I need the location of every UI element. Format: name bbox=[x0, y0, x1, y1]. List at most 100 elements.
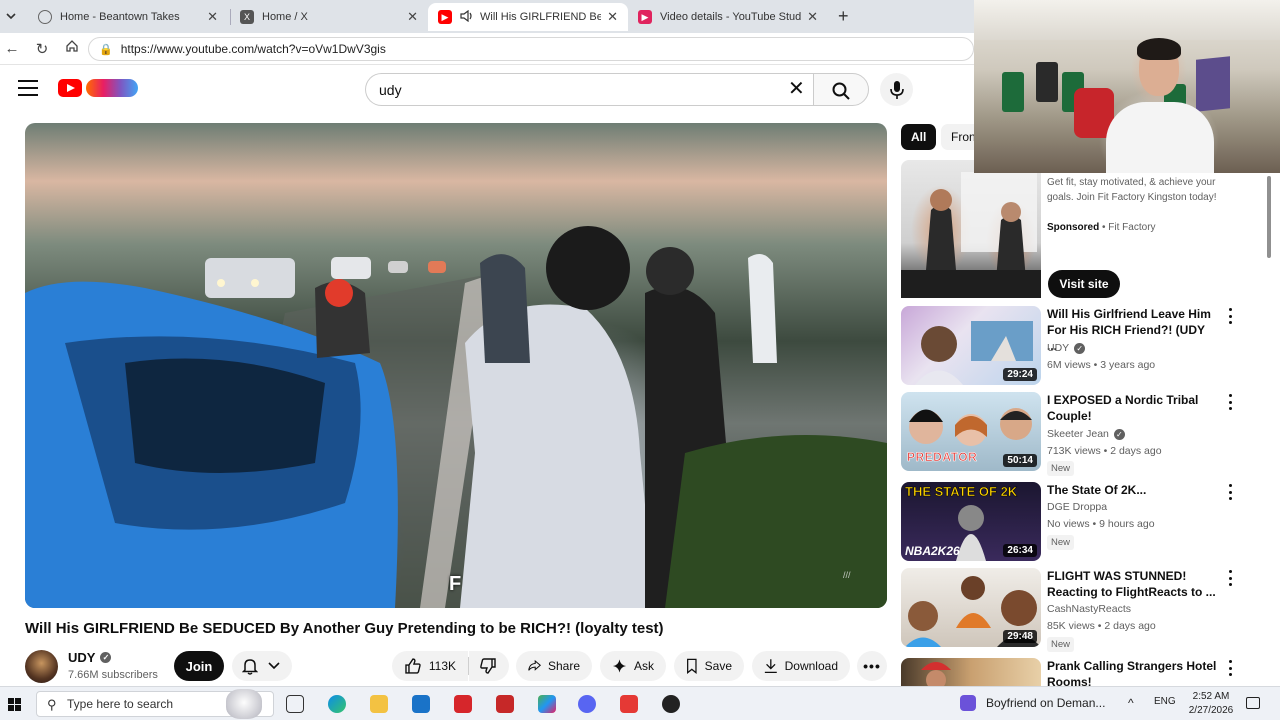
browser-tab-youtube-video[interactable]: ▶ Will His GIRLFRIEND Be SEDUC ✕ bbox=[428, 3, 628, 31]
jersey-decoration bbox=[1002, 72, 1024, 112]
new-tab-plus-icon[interactable]: + bbox=[838, 6, 849, 27]
rec-more-icon[interactable] bbox=[1227, 394, 1233, 410]
browser-tab-beantown[interactable]: Home - Beantown Takes ✕ bbox=[28, 3, 228, 31]
share-arrow-icon bbox=[528, 659, 541, 671]
microsoft-store-icon[interactable] bbox=[412, 695, 430, 713]
app-ball-icon[interactable] bbox=[662, 695, 680, 713]
share-label: Share bbox=[547, 659, 580, 673]
rec-channel-name: DGE Droppa bbox=[1047, 501, 1108, 513]
rec-thumbnail[interactable] bbox=[901, 658, 1041, 686]
rec-thumbnail[interactable]: 29:24 bbox=[901, 306, 1041, 385]
discord-icon[interactable] bbox=[578, 695, 596, 713]
new-badge: New bbox=[1047, 637, 1075, 652]
close-icon[interactable]: ✕ bbox=[407, 9, 418, 25]
speaker-icon[interactable] bbox=[460, 9, 474, 25]
person-shirt bbox=[1106, 102, 1214, 173]
search-button[interactable] bbox=[813, 73, 869, 106]
rec-title[interactable]: Prank Calling Strangers Hotel Rooms! bbox=[1047, 658, 1217, 686]
ad-thumbnail[interactable] bbox=[901, 160, 1041, 298]
youtube-doodle-logo[interactable] bbox=[86, 79, 138, 97]
url-text: https://www.youtube.com/watch?v=oVw1DwV3… bbox=[120, 42, 386, 56]
rec-meta: 713K views • 2 days ago bbox=[1047, 445, 1162, 457]
thumbs-up-icon bbox=[405, 658, 421, 674]
channel-avatar[interactable] bbox=[25, 650, 58, 683]
home-icon[interactable] bbox=[62, 39, 82, 57]
app-l-icon[interactable] bbox=[454, 695, 472, 713]
search-query: udy bbox=[379, 81, 402, 98]
tab-title: Home / X bbox=[262, 11, 308, 23]
rec-more-icon[interactable] bbox=[1227, 660, 1233, 676]
rec-more-icon[interactable] bbox=[1227, 570, 1233, 586]
browser-tab-youtube-studio[interactable]: ▶ Video details - YouTube Studio ✕ bbox=[628, 3, 828, 31]
search-input[interactable]: udy bbox=[365, 73, 813, 106]
download-button[interactable]: Download bbox=[752, 651, 850, 681]
app-arrow-icon[interactable] bbox=[620, 695, 638, 713]
task-view-icon[interactable] bbox=[286, 695, 304, 713]
site-info-icon[interactable]: 🔒 bbox=[99, 43, 113, 56]
app-vegas-icon[interactable] bbox=[496, 695, 514, 713]
person-hair bbox=[1137, 38, 1181, 60]
visit-site-button[interactable]: Visit site bbox=[1048, 270, 1120, 298]
rec-title[interactable]: The State Of 2K... bbox=[1047, 482, 1217, 498]
tab-title: Will His GIRLFRIEND Be SEDUC bbox=[480, 11, 602, 23]
rec-channel[interactable]: CashNastyReacts bbox=[1047, 603, 1131, 615]
notification-center-icon[interactable] bbox=[1246, 697, 1260, 709]
save-button[interactable]: Save bbox=[674, 651, 744, 681]
dislike-button[interactable] bbox=[469, 651, 509, 681]
channel-name[interactable]: UDY ✓ bbox=[68, 650, 112, 665]
rec-title[interactable]: FLIGHT WAS STUNNED! Reacting to FlightRe… bbox=[1047, 568, 1217, 600]
close-icon[interactable]: ✕ bbox=[807, 9, 818, 25]
clear-search-icon[interactable]: ✕ bbox=[788, 79, 805, 99]
search-highlight-image[interactable] bbox=[226, 689, 262, 719]
like-button[interactable]: 113K bbox=[392, 651, 468, 681]
back-arrow-icon[interactable]: ← bbox=[2, 40, 22, 57]
rec-more-icon[interactable] bbox=[1227, 308, 1233, 324]
verified-check-icon: ✓ bbox=[1074, 342, 1086, 354]
youtube-logo[interactable] bbox=[58, 79, 82, 97]
chip-all[interactable]: All bbox=[901, 124, 937, 150]
notifications-button[interactable] bbox=[232, 651, 292, 681]
file-explorer-icon[interactable] bbox=[370, 695, 388, 713]
more-actions-button[interactable]: ••• bbox=[857, 651, 887, 681]
keyboard-language[interactable]: ENG bbox=[1154, 696, 1176, 707]
clock-date: 2/27/2026 bbox=[1188, 705, 1234, 716]
rec-title[interactable]: I EXPOSED a Nordic Tribal Couple! bbox=[1047, 392, 1217, 424]
rec-channel[interactable]: Skeeter Jean ✓ bbox=[1047, 428, 1125, 440]
address-bar[interactable]: 🔒 https://www.youtube.com/watch?v=oVw1Dw… bbox=[88, 37, 974, 61]
subscriber-count: 7.66M subscribers bbox=[68, 669, 158, 681]
app-colorful-icon[interactable] bbox=[538, 695, 556, 713]
ceiling bbox=[974, 0, 1280, 40]
voice-search-button[interactable] bbox=[880, 73, 913, 106]
bookmark-icon bbox=[687, 658, 697, 674]
share-button[interactable]: Share bbox=[516, 651, 592, 681]
bell-icon bbox=[242, 659, 258, 675]
sidebar-scrollbar-thumb[interactable] bbox=[1267, 176, 1271, 258]
taskbar-clock[interactable]: 2:52 AM 2/27/2026 bbox=[1185, 690, 1237, 718]
video-player[interactable]: /// bbox=[25, 123, 887, 608]
clock-time: 2:52 AM bbox=[1192, 691, 1230, 702]
taskbar-media-widget[interactable]: Boyfriend on Deman... bbox=[960, 695, 1105, 711]
youtube-studio-icon: ▶ bbox=[638, 10, 652, 24]
jersey-decoration bbox=[1036, 62, 1058, 102]
verified-check-icon: ✓ bbox=[1113, 428, 1125, 440]
windows-start-icon[interactable] bbox=[8, 698, 21, 711]
close-icon[interactable]: ✕ bbox=[607, 9, 618, 25]
close-icon[interactable]: ✕ bbox=[207, 9, 218, 25]
hamburger-menu-icon[interactable] bbox=[18, 80, 38, 96]
edge-browser-icon[interactable] bbox=[328, 695, 346, 713]
rec-channel[interactable]: DGE Droppa bbox=[1047, 501, 1107, 513]
search-icon: ⚲ bbox=[47, 697, 57, 712]
ask-button[interactable]: Ask bbox=[600, 651, 666, 681]
tab-title: Home - Beantown Takes bbox=[60, 11, 180, 23]
join-button[interactable]: Join bbox=[174, 651, 224, 681]
rec-thumbnail[interactable]: THE STATE OF 2K NBA2K26 26:34 bbox=[901, 482, 1041, 561]
rec-thumbnail[interactable]: PREDATOR 50:14 bbox=[901, 392, 1041, 471]
tray-chevron-up-icon[interactable]: ^ bbox=[1128, 696, 1134, 710]
reload-icon[interactable]: ↻ bbox=[32, 40, 52, 58]
browser-tab-x[interactable]: X Home / X ✕ bbox=[230, 3, 428, 31]
rec-more-icon[interactable] bbox=[1227, 484, 1233, 500]
tab-list-chevron-icon[interactable] bbox=[4, 9, 20, 25]
rec-duration: 29:48 bbox=[1003, 630, 1037, 643]
rec-thumbnail[interactable]: 29:48 bbox=[901, 568, 1041, 647]
rec-channel[interactable]: UDY ✓ bbox=[1047, 342, 1086, 354]
